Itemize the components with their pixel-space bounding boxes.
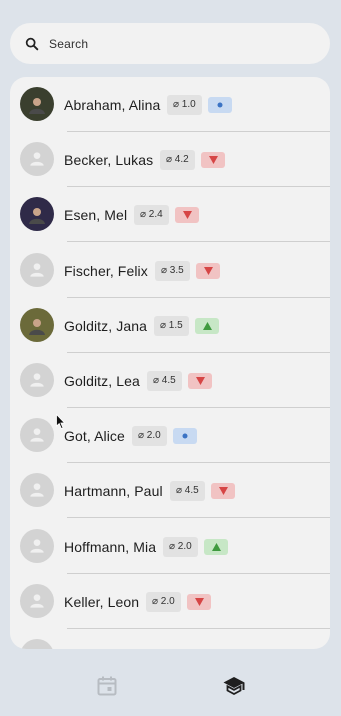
student-name: Fischer, Felix xyxy=(64,262,148,279)
trend-up-badge xyxy=(195,317,219,334)
person-icon xyxy=(30,373,44,387)
person-icon xyxy=(30,539,44,553)
divider xyxy=(67,517,330,518)
person-icon xyxy=(30,483,44,497)
list-item[interactable]: Fischer, Felix ⌀ 3.5 xyxy=(10,243,330,298)
avatar xyxy=(20,584,54,618)
student-name: Abraham, Alina xyxy=(64,96,161,113)
student-name: Hoffmann, Mia xyxy=(64,538,157,555)
list-item[interactable]: Hartmann, Paul ⌀ 4.5 xyxy=(10,463,330,518)
avatar xyxy=(20,473,54,507)
triangle-down-icon xyxy=(203,266,213,275)
student-name: Esen, Mel xyxy=(64,206,128,223)
student-name: Becker, Lukas xyxy=(64,151,154,168)
list-item[interactable] xyxy=(10,629,330,649)
student-name: Got, Alice xyxy=(64,427,125,444)
avatar xyxy=(20,639,54,649)
dot-icon xyxy=(182,433,188,438)
triangle-down-icon xyxy=(208,155,218,164)
trend-down-badge xyxy=(175,206,199,223)
trend-down-badge xyxy=(187,593,211,610)
grade-average-badge: ⌀ 2.4 xyxy=(134,204,169,225)
triangle-down-icon xyxy=(218,486,228,495)
triangle-down-icon xyxy=(194,597,204,606)
search-bar[interactable]: Search xyxy=(10,23,330,64)
trend-down-badge xyxy=(211,482,235,499)
grade-average-badge: ⌀ 4.2 xyxy=(160,149,195,170)
triangle-up-icon xyxy=(211,542,221,551)
grade-average-badge: ⌀ 2.0 xyxy=(146,591,181,612)
list-item[interactable]: Keller, Leon ⌀ 2.0 xyxy=(10,574,330,629)
nav-calendar[interactable] xyxy=(95,674,119,698)
nav-school[interactable] xyxy=(222,674,246,698)
grade-average-badge: ⌀ 4.5 xyxy=(170,480,205,501)
grade-average-badge: ⌀ 2.0 xyxy=(132,425,167,446)
list-item[interactable]: Abraham, Alina ⌀ 1.0 xyxy=(10,77,330,132)
avatar xyxy=(20,142,54,176)
triangle-down-icon xyxy=(182,210,192,219)
mouse-cursor-icon xyxy=(56,414,66,430)
triangle-up-icon xyxy=(202,321,212,330)
person-icon xyxy=(30,428,44,442)
avatar xyxy=(20,253,54,287)
student-name: Golditz, Lea xyxy=(64,372,140,389)
grade-average-badge: ⌀ 4.5 xyxy=(147,370,182,391)
avatar xyxy=(20,197,54,231)
list-item[interactable]: Golditz, Lea ⌀ 4.5 xyxy=(10,353,330,408)
avatar xyxy=(20,308,54,342)
student-name: Golditz, Jana xyxy=(64,317,148,334)
student-name: Keller, Leon xyxy=(64,593,140,610)
list-item[interactable]: Golditz, Jana ⌀ 1.5 xyxy=(10,298,330,353)
grade-average-badge: ⌀ 2.0 xyxy=(163,536,198,557)
person-icon xyxy=(30,594,44,608)
search-icon xyxy=(25,37,39,50)
trend-down-badge xyxy=(201,151,225,168)
trend-up-badge xyxy=(204,538,228,555)
search-input[interactable]: Search xyxy=(49,37,88,51)
trend-down-badge xyxy=(196,262,220,279)
trend-same-badge xyxy=(208,96,232,113)
avatar xyxy=(20,418,54,452)
avatar xyxy=(20,363,54,397)
triangle-down-icon xyxy=(195,376,205,385)
person-icon xyxy=(30,263,44,277)
grade-average-badge: ⌀ 1.0 xyxy=(167,94,202,115)
grade-average-badge: ⌀ 1.5 xyxy=(154,315,189,336)
trend-down-badge xyxy=(188,372,212,389)
avatar xyxy=(20,87,54,121)
list-item[interactable]: Hoffmann, Mia ⌀ 2.0 xyxy=(10,519,330,574)
person-icon xyxy=(30,152,44,166)
student-name: Hartmann, Paul xyxy=(64,482,163,499)
grade-average-badge: ⌀ 3.5 xyxy=(155,260,190,281)
bottom-navigation xyxy=(0,660,341,716)
list-item[interactable]: Becker, Lukas ⌀ 4.2 xyxy=(10,132,330,187)
student-list[interactable]: Abraham, Alina ⌀ 1.0 Becker, Lukas ⌀ 4.2 Ese… xyxy=(10,77,330,649)
trend-same-badge xyxy=(173,427,197,444)
school-icon xyxy=(223,677,245,696)
divider xyxy=(67,241,330,242)
calendar-icon xyxy=(97,676,117,696)
dot-icon xyxy=(217,102,223,107)
list-item[interactable]: Esen, Mel ⌀ 2.4 xyxy=(10,187,330,242)
avatar xyxy=(20,529,54,563)
